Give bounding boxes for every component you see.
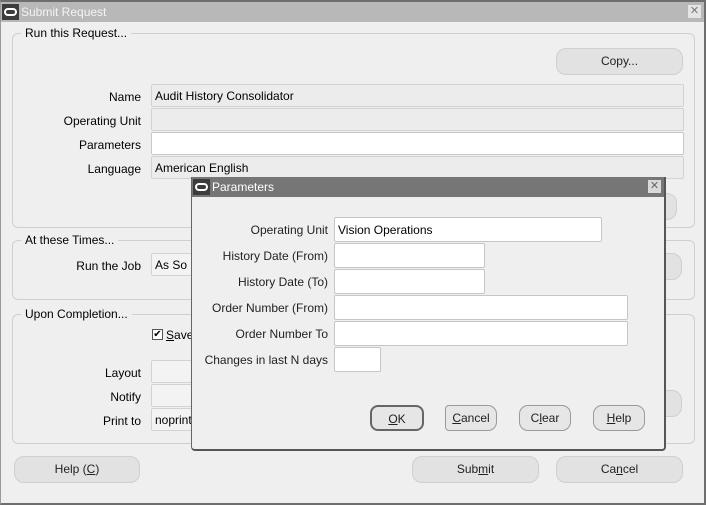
param-order-number-to-label: Order Number To (235, 327, 328, 341)
window-titlebar[interactable]: Submit Request ✕ (1, 2, 704, 22)
param-changes-days-label: Changes in last N days (204, 353, 328, 367)
param-order-number-to-field[interactable] (334, 321, 628, 346)
ok-button[interactable]: OK (370, 405, 424, 431)
dialog-title: Parameters (212, 180, 275, 194)
window-title: Submit Request (21, 5, 107, 19)
dialog-help-button[interactable]: Help (593, 405, 645, 431)
param-operating-unit-label: Operating Unit (250, 223, 328, 237)
dialog-titlebar[interactable]: Parameters ✕ (192, 177, 664, 197)
param-operating-unit-field[interactable]: Vision Operations (334, 217, 602, 242)
submit-button[interactable]: Submit (412, 456, 539, 483)
print-to-label: Print to (102, 414, 141, 428)
save-output-label: Save (166, 328, 194, 342)
dialog-close-icon[interactable]: ✕ (648, 180, 661, 193)
layout-label: Layout (104, 366, 141, 380)
operating-unit-field[interactable] (151, 108, 684, 131)
parameters-dialog: Parameters ✕ Operating Unit Vision Opera… (191, 177, 666, 451)
schedule-group-label: At these Times... (21, 233, 119, 247)
param-history-date-from-label: History Date (From) (222, 249, 328, 263)
param-order-number-from-field[interactable] (334, 295, 628, 320)
param-history-date-to-label: History Date (To) (237, 275, 328, 289)
notify-label: Notify (110, 390, 141, 404)
clear-button[interactable]: Clear (519, 405, 571, 431)
completion-group-label: Upon Completion... (21, 307, 132, 321)
operating-unit-label: Operating Unit (63, 114, 141, 128)
name-label: Name (108, 90, 141, 104)
language-label: Language (87, 162, 141, 176)
parameters-label: Parameters (78, 138, 141, 152)
run-job-label: Run the Job (76, 259, 141, 273)
parameters-field[interactable] (151, 132, 684, 155)
param-changes-days-field[interactable] (334, 347, 381, 372)
oracle-ring-icon (2, 4, 19, 20)
dialog-cancel-button[interactable]: Cancel (445, 405, 497, 431)
oracle-ring-icon (193, 179, 210, 195)
param-order-number-from-label: Order Number (From) (211, 301, 328, 315)
help-button[interactable]: Help (C) (14, 456, 140, 483)
cancel-button[interactable]: Cancel (556, 456, 683, 483)
copy-button[interactable]: Copy... (556, 48, 683, 75)
param-history-date-from-field[interactable] (334, 243, 485, 268)
name-field[interactable]: Audit History Consolidator (151, 84, 684, 107)
save-output-checkbox[interactable]: ✔ (152, 329, 163, 340)
close-icon[interactable]: ✕ (688, 5, 701, 18)
language-field[interactable]: American English (151, 156, 684, 179)
run-request-group-label: Run this Request... (21, 26, 132, 40)
param-history-date-to-field[interactable] (334, 269, 485, 294)
